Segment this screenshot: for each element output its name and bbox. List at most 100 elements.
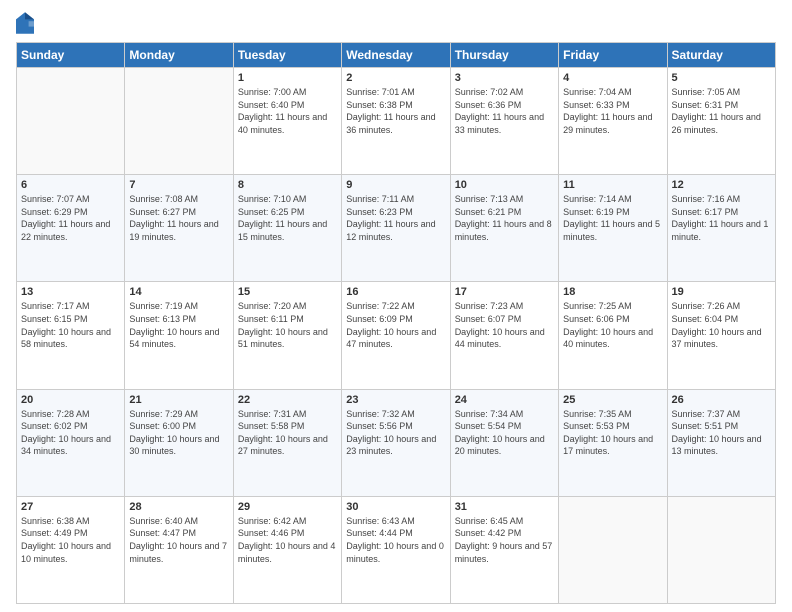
- day-info: Sunrise: 7:29 AM Sunset: 6:00 PM Dayligh…: [129, 408, 228, 458]
- day-number: 19: [672, 286, 771, 298]
- calendar-cell: 6Sunrise: 7:07 AM Sunset: 6:29 PM Daylig…: [17, 175, 125, 282]
- day-info: Sunrise: 7:10 AM Sunset: 6:25 PM Dayligh…: [238, 193, 337, 243]
- day-info: Sunrise: 7:00 AM Sunset: 6:40 PM Dayligh…: [238, 86, 337, 136]
- calendar-cell: 17 Sunrise: 7:23 AM Sunset: 6:07 PM Dayli…: [450, 282, 558, 389]
- day-info: Sunrise: 7:13 AM Sunset: 6:21 PM Dayligh…: [455, 193, 554, 243]
- calendar-cell: 18 Sunrise: 7:25 AM Sunset: 6:06 PM Dayli…: [559, 282, 667, 389]
- day-info: Sunrise: 7:35 AM Sunset: 5:53 PM Dayligh…: [563, 408, 662, 458]
- day-number: 14: [129, 286, 228, 298]
- day-info: Sunrise: 7:19 AM Sunset: 6:13 PM Dayligh…: [129, 300, 228, 350]
- calendar-header: SundayMondayTuesdayWednesdayThursdayFrid…: [17, 43, 776, 68]
- calendar-week-row: 13 Sunrise: 7:17 AM Sunset: 6:15 PM Dayli…: [17, 282, 776, 389]
- day-info: Sunrise: 7:37 AM Sunset: 5:51 PM Dayligh…: [672, 408, 771, 458]
- calendar-cell: 16 Sunrise: 7:22 AM Sunset: 6:09 PM Dayli…: [342, 282, 450, 389]
- calendar-cell: 13 Sunrise: 7:17 AM Sunset: 6:15 PM Dayli…: [17, 282, 125, 389]
- calendar-cell: 25 Sunrise: 7:35 AM Sunset: 5:53 PM Dayli…: [559, 389, 667, 496]
- day-info: Sunrise: 7:28 AM Sunset: 6:02 PM Dayligh…: [21, 408, 120, 458]
- day-number: 16: [346, 286, 445, 298]
- calendar-cell: [17, 68, 125, 175]
- day-info: Sunrise: 6:45 AM Sunset: 4:42 PM Dayligh…: [455, 515, 554, 565]
- calendar-cell: 15Sunrise: 7:20 AM Sunset: 6:11 PM Dayli…: [233, 282, 341, 389]
- day-info: Sunrise: 7:16 AM Sunset: 6:17 PM Dayligh…: [672, 193, 771, 243]
- day-number: 28: [129, 501, 228, 513]
- calendar-cell: 26 Sunrise: 7:37 AM Sunset: 5:51 PM Dayli…: [667, 389, 775, 496]
- day-number: 30: [346, 501, 445, 513]
- calendar-cell: 8 Sunrise: 7:10 AM Sunset: 6:25 PM Daylig…: [233, 175, 341, 282]
- day-number: 6: [21, 179, 120, 191]
- calendar-cell: 10Sunrise: 7:13 AM Sunset: 6:21 PM Dayli…: [450, 175, 558, 282]
- calendar-cell: 27Sunrise: 6:38 AM Sunset: 4:49 PM Dayli…: [17, 496, 125, 603]
- day-info: Sunrise: 7:23 AM Sunset: 6:07 PM Dayligh…: [455, 300, 554, 350]
- day-number: 25: [563, 394, 662, 406]
- calendar-cell: 5 Sunrise: 7:05 AM Sunset: 6:31 PM Daylig…: [667, 68, 775, 175]
- day-number: 13: [21, 286, 120, 298]
- calendar-cell: 3 Sunrise: 7:02 AM Sunset: 6:36 PM Daylig…: [450, 68, 558, 175]
- calendar-cell: 14 Sunrise: 7:19 AM Sunset: 6:13 PM Dayli…: [125, 282, 233, 389]
- calendar: SundayMondayTuesdayWednesdayThursdayFrid…: [16, 42, 776, 604]
- day-info: Sunrise: 7:31 AM Sunset: 5:58 PM Dayligh…: [238, 408, 337, 458]
- day-number: 5: [672, 72, 771, 84]
- weekday-header: Saturday: [667, 43, 775, 68]
- day-number: 20: [21, 394, 120, 406]
- calendar-cell: [559, 496, 667, 603]
- weekday-header: Tuesday: [233, 43, 341, 68]
- calendar-week-row: 27Sunrise: 6:38 AM Sunset: 4:49 PM Dayli…: [17, 496, 776, 603]
- day-number: 26: [672, 394, 771, 406]
- calendar-cell: [667, 496, 775, 603]
- day-number: 18: [563, 286, 662, 298]
- calendar-cell: 29 Sunrise: 6:42 AM Sunset: 4:46 PM Dayli…: [233, 496, 341, 603]
- weekday-header: Wednesday: [342, 43, 450, 68]
- logo-icon: [16, 12, 34, 34]
- weekday-header: Friday: [559, 43, 667, 68]
- day-number: 1: [238, 72, 337, 84]
- day-number: 7: [129, 179, 228, 191]
- day-number: 15: [238, 286, 337, 298]
- day-number: 8: [238, 179, 337, 191]
- calendar-cell: 7 Sunrise: 7:08 AM Sunset: 6:27 PM Daylig…: [125, 175, 233, 282]
- day-info: Sunrise: 6:42 AM Sunset: 4:46 PM Dayligh…: [238, 515, 337, 565]
- day-number: 31: [455, 501, 554, 513]
- day-number: 17: [455, 286, 554, 298]
- day-info: Sunrise: 7:32 AM Sunset: 5:56 PM Dayligh…: [346, 408, 445, 458]
- calendar-cell: 28 Sunrise: 6:40 AM Sunset: 4:47 PM Dayli…: [125, 496, 233, 603]
- calendar-cell: 1 Sunrise: 7:00 AM Sunset: 6:40 PM Daylig…: [233, 68, 341, 175]
- day-number: 22: [238, 394, 337, 406]
- page: SundayMondayTuesdayWednesdayThursdayFrid…: [0, 0, 792, 612]
- calendar-cell: 21 Sunrise: 7:29 AM Sunset: 6:00 PM Dayli…: [125, 389, 233, 496]
- calendar-cell: 11Sunrise: 7:14 AM Sunset: 6:19 PM Dayli…: [559, 175, 667, 282]
- calendar-body: 1 Sunrise: 7:00 AM Sunset: 6:40 PM Daylig…: [17, 68, 776, 604]
- calendar-week-row: 20 Sunrise: 7:28 AM Sunset: 6:02 PM Dayli…: [17, 389, 776, 496]
- day-number: 29: [238, 501, 337, 513]
- day-info: Sunrise: 6:43 AM Sunset: 4:44 PM Dayligh…: [346, 515, 445, 565]
- calendar-cell: 22 Sunrise: 7:31 AM Sunset: 5:58 PM Dayli…: [233, 389, 341, 496]
- day-info: Sunrise: 7:22 AM Sunset: 6:09 PM Dayligh…: [346, 300, 445, 350]
- calendar-week-row: 6Sunrise: 7:07 AM Sunset: 6:29 PM Daylig…: [17, 175, 776, 282]
- day-info: Sunrise: 7:04 AM Sunset: 6:33 PM Dayligh…: [563, 86, 662, 136]
- calendar-cell: [125, 68, 233, 175]
- calendar-cell: 31 Sunrise: 6:45 AM Sunset: 4:42 PM Dayli…: [450, 496, 558, 603]
- day-info: Sunrise: 7:02 AM Sunset: 6:36 PM Dayligh…: [455, 86, 554, 136]
- day-info: Sunrise: 7:25 AM Sunset: 6:06 PM Dayligh…: [563, 300, 662, 350]
- day-info: Sunrise: 7:08 AM Sunset: 6:27 PM Dayligh…: [129, 193, 228, 243]
- day-info: Sunrise: 7:05 AM Sunset: 6:31 PM Dayligh…: [672, 86, 771, 136]
- day-number: 9: [346, 179, 445, 191]
- calendar-week-row: 1 Sunrise: 7:00 AM Sunset: 6:40 PM Daylig…: [17, 68, 776, 175]
- calendar-cell: 20 Sunrise: 7:28 AM Sunset: 6:02 PM Dayli…: [17, 389, 125, 496]
- day-number: 23: [346, 394, 445, 406]
- logo: [16, 12, 36, 34]
- weekday-header: Monday: [125, 43, 233, 68]
- header: [16, 12, 776, 34]
- day-info: Sunrise: 7:14 AM Sunset: 6:19 PM Dayligh…: [563, 193, 662, 243]
- day-info: Sunrise: 7:26 AM Sunset: 6:04 PM Dayligh…: [672, 300, 771, 350]
- day-info: Sunrise: 7:34 AM Sunset: 5:54 PM Dayligh…: [455, 408, 554, 458]
- day-number: 3: [455, 72, 554, 84]
- day-info: Sunrise: 7:01 AM Sunset: 6:38 PM Dayligh…: [346, 86, 445, 136]
- day-number: 12: [672, 179, 771, 191]
- calendar-cell: 19 Sunrise: 7:26 AM Sunset: 6:04 PM Dayli…: [667, 282, 775, 389]
- weekday-header: Sunday: [17, 43, 125, 68]
- day-info: Sunrise: 6:40 AM Sunset: 4:47 PM Dayligh…: [129, 515, 228, 565]
- day-info: Sunrise: 7:17 AM Sunset: 6:15 PM Dayligh…: [21, 300, 120, 350]
- day-info: Sunrise: 6:38 AM Sunset: 4:49 PM Dayligh…: [21, 515, 120, 565]
- day-number: 21: [129, 394, 228, 406]
- weekday-header: Thursday: [450, 43, 558, 68]
